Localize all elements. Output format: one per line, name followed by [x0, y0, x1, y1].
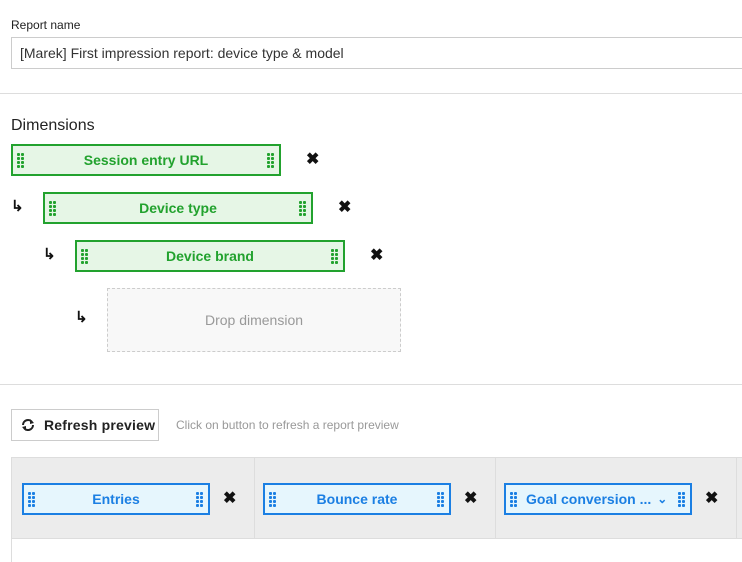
- drag-handle-icon[interactable]: [28, 492, 36, 507]
- report-name-input[interactable]: [11, 37, 742, 69]
- dimension-label: Device brand: [166, 248, 254, 264]
- remove-dimension-icon[interactable]: ✖: [370, 248, 383, 264]
- drag-handle-icon[interactable]: [331, 249, 339, 264]
- dimension-chip-session-entry-url[interactable]: Session entry URL: [11, 144, 281, 176]
- dimension-chip-device-type[interactable]: Device type: [43, 192, 313, 224]
- remove-metric-icon[interactable]: ✖: [705, 491, 718, 507]
- remove-dimension-icon[interactable]: ✖: [306, 152, 319, 168]
- column-divider: [495, 458, 496, 538]
- metric-chip-entries[interactable]: Entries: [22, 483, 210, 515]
- dimensions-title: Dimensions: [11, 117, 95, 134]
- remove-metric-icon[interactable]: ✖: [464, 491, 477, 507]
- drag-handle-icon[interactable]: [437, 492, 445, 507]
- metric-label: Bounce rate: [316, 491, 398, 507]
- drag-handle-icon[interactable]: [81, 249, 89, 264]
- metric-chip-bounce-rate[interactable]: Bounce rate: [263, 483, 451, 515]
- drag-handle-icon[interactable]: [678, 492, 686, 507]
- metric-chip-goal-conversion[interactable]: Goal conversion ... ⌄: [504, 483, 692, 515]
- drop-dimension-label: Drop dimension: [204, 312, 304, 328]
- drag-handle-icon[interactable]: [49, 201, 57, 216]
- drag-handle-icon[interactable]: [267, 153, 275, 168]
- metric-label: Goal conversion ...: [526, 491, 652, 507]
- drag-handle-icon[interactable]: [196, 492, 204, 507]
- drag-handle-icon[interactable]: [299, 201, 307, 216]
- divider: [0, 93, 742, 94]
- table-body-border: [11, 539, 12, 562]
- refresh-preview-button[interactable]: Refresh preview: [11, 409, 159, 441]
- column-divider: [254, 458, 255, 538]
- nested-arrow-icon: ↳: [75, 309, 88, 326]
- refresh-preview-label: Refresh preview: [44, 417, 156, 433]
- drop-dimension-zone[interactable]: Drop dimension: [107, 288, 401, 352]
- metrics-header: Entries ✖ Bounce rate ✖ Goal conversion …: [11, 457, 742, 539]
- nested-arrow-icon: ↳: [11, 198, 24, 215]
- column-divider: [736, 458, 737, 538]
- chevron-down-icon[interactable]: ⌄: [657, 492, 667, 506]
- dimension-label: Session entry URL: [83, 152, 209, 168]
- divider: [0, 384, 742, 385]
- dimension-label: Device type: [139, 200, 217, 216]
- remove-metric-icon[interactable]: ✖: [223, 491, 236, 507]
- drag-handle-icon[interactable]: [510, 492, 518, 507]
- dimension-chip-device-brand[interactable]: Device brand: [75, 240, 345, 272]
- remove-dimension-icon[interactable]: ✖: [338, 200, 351, 216]
- nested-arrow-icon: ↳: [43, 246, 56, 263]
- report-name-label: Report name: [11, 18, 81, 32]
- metric-label: Entries: [92, 491, 140, 507]
- drag-handle-icon[interactable]: [269, 492, 277, 507]
- refresh-icon: [22, 419, 34, 431]
- drag-handle-icon[interactable]: [17, 153, 25, 168]
- refresh-hint: Click on button to refresh a report prev…: [176, 418, 399, 432]
